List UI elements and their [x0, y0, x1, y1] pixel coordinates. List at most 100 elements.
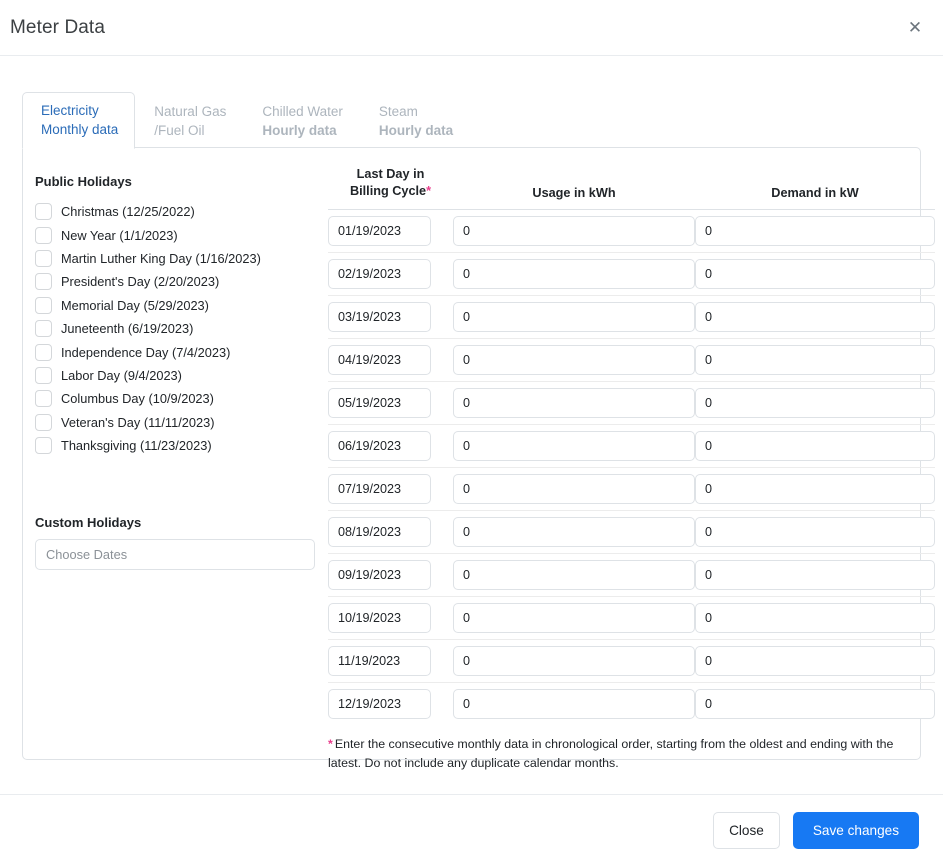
- checkbox-icon[interactable]: [35, 296, 52, 314]
- billing-date-input[interactable]: [328, 603, 431, 633]
- checkbox-icon[interactable]: [35, 390, 52, 408]
- holiday-row[interactable]: Labor Day (9/4/2023): [35, 364, 316, 387]
- billing-date-input[interactable]: [328, 517, 431, 547]
- checkbox-icon[interactable]: [35, 273, 52, 291]
- custom-holidays-title: Custom Holidays: [35, 515, 142, 531]
- billing-date-input[interactable]: [328, 646, 431, 676]
- demand-input[interactable]: [695, 474, 935, 504]
- cell-date: [328, 338, 453, 382]
- billing-date-input[interactable]: [328, 302, 431, 332]
- holiday-row[interactable]: Independence Day (7/4/2023): [35, 340, 316, 363]
- billing-date-input[interactable]: [328, 216, 431, 246]
- tab-chilled-water[interactable]: Chilled Water Hourly data: [243, 93, 360, 149]
- demand-input[interactable]: [695, 646, 935, 676]
- choose-dates-input[interactable]: [35, 539, 315, 571]
- save-changes-button[interactable]: Save changes: [792, 812, 919, 849]
- checkbox-icon[interactable]: [35, 203, 52, 221]
- holiday-row[interactable]: Juneteenth (6/19/2023): [35, 317, 316, 340]
- cell-demand: [695, 295, 935, 339]
- tab-natural-gas[interactable]: Natural Gas/Fuel Oil: [135, 93, 243, 149]
- billing-date-input[interactable]: [328, 689, 431, 719]
- checkbox-icon[interactable]: [35, 437, 52, 455]
- usage-input[interactable]: [453, 388, 695, 418]
- holiday-label: Thanksgiving (11/23/2023): [61, 438, 212, 454]
- holiday-row[interactable]: Christmas (12/25/2022): [35, 200, 316, 223]
- checkbox-icon[interactable]: [35, 249, 52, 267]
- usage-input[interactable]: [453, 259, 695, 289]
- cell-date: [328, 381, 453, 425]
- table-row: [328, 467, 935, 511]
- usage-input[interactable]: [453, 474, 695, 504]
- close-x-icon[interactable]: ✕: [901, 14, 929, 42]
- checkbox-icon[interactable]: [35, 343, 52, 361]
- holiday-row[interactable]: Veteran's Day (11/11/2023): [35, 411, 316, 434]
- demand-input[interactable]: [695, 216, 935, 246]
- holiday-row[interactable]: Martin Luther King Day (1/16/2023): [35, 247, 316, 270]
- usage-input[interactable]: [453, 216, 695, 246]
- demand-input[interactable]: [695, 689, 935, 719]
- demand-input[interactable]: [695, 560, 935, 590]
- cell-demand: [695, 553, 935, 597]
- footnote-text: Enter the consecutive monthly data in ch…: [328, 737, 894, 770]
- usage-input[interactable]: [453, 345, 695, 375]
- table-row: [328, 424, 935, 468]
- required-asterisk-icon: *: [426, 184, 432, 198]
- tab-steam[interactable]: Steam Hourly data: [360, 93, 470, 149]
- demand-input[interactable]: [695, 345, 935, 375]
- table-row: [328, 209, 935, 253]
- holiday-row[interactable]: Thanksgiving (11/23/2023): [35, 434, 316, 457]
- modal-body: Electricity Monthly data Natural Gas/Fuel …: [0, 56, 943, 794]
- billing-date-input[interactable]: [328, 388, 431, 418]
- modal-header: Meter Data ✕: [0, 0, 943, 56]
- usage-input[interactable]: [453, 302, 695, 332]
- usage-input[interactable]: [453, 560, 695, 590]
- billing-date-input[interactable]: [328, 560, 431, 590]
- tab-electricity[interactable]: Electricity Monthly data: [22, 92, 136, 149]
- cell-usage: [453, 381, 695, 425]
- holiday-row[interactable]: Columbus Day (10/9/2023): [35, 387, 316, 410]
- cell-date: [328, 467, 453, 511]
- billing-date-input[interactable]: [328, 474, 431, 504]
- billing-date-header-line1: Last Day in: [356, 167, 425, 181]
- cell-demand: [695, 252, 935, 296]
- demand-input[interactable]: [695, 517, 935, 547]
- checkbox-icon[interactable]: [35, 320, 52, 338]
- usage-input[interactable]: [453, 517, 695, 547]
- cell-date: [328, 295, 453, 339]
- demand-input[interactable]: [695, 302, 935, 332]
- billing-date-input[interactable]: [328, 431, 431, 461]
- modal-footer: Close Save changes: [0, 794, 943, 866]
- cell-usage: [453, 510, 695, 554]
- meter-readings-table: Last Day in Billing Cycle* Usage in kWh …: [328, 166, 935, 725]
- cell-usage: [453, 553, 695, 597]
- holiday-row[interactable]: President's Day (2/20/2023): [35, 270, 316, 293]
- public-holidays-list: Christmas (12/25/2022) New Year (1/1/2023…: [35, 200, 316, 457]
- cell-demand: [695, 596, 935, 640]
- billing-date-input[interactable]: [328, 259, 431, 289]
- checkbox-icon[interactable]: [35, 366, 52, 384]
- holiday-row[interactable]: New Year (1/1/2023): [35, 223, 316, 246]
- demand-input[interactable]: [695, 388, 935, 418]
- holiday-label: Memorial Day (5/29/2023): [61, 297, 209, 313]
- table-row: [328, 252, 935, 296]
- tab-label-line2: Hourly data: [378, 123, 454, 138]
- holiday-label: New Year (1/1/2023): [61, 227, 178, 243]
- checkbox-icon[interactable]: [35, 226, 52, 244]
- holiday-row[interactable]: Memorial Day (5/29/2023): [35, 294, 316, 317]
- demand-input[interactable]: [695, 431, 935, 461]
- close-button[interactable]: Close: [713, 812, 780, 849]
- usage-input[interactable]: [453, 603, 695, 633]
- holiday-label: Labor Day (9/4/2023): [61, 367, 182, 383]
- demand-input[interactable]: [695, 603, 935, 633]
- table-row: [328, 381, 935, 425]
- usage-input[interactable]: [453, 431, 695, 461]
- holiday-label: Veteran's Day (11/11/2023): [61, 414, 215, 430]
- cell-usage: [453, 338, 695, 382]
- checkbox-icon[interactable]: [35, 413, 52, 431]
- cell-demand: [695, 424, 935, 468]
- usage-input[interactable]: [453, 689, 695, 719]
- table-row: [328, 510, 935, 554]
- billing-date-input[interactable]: [328, 345, 431, 375]
- demand-input[interactable]: [695, 259, 935, 289]
- usage-input[interactable]: [453, 646, 695, 676]
